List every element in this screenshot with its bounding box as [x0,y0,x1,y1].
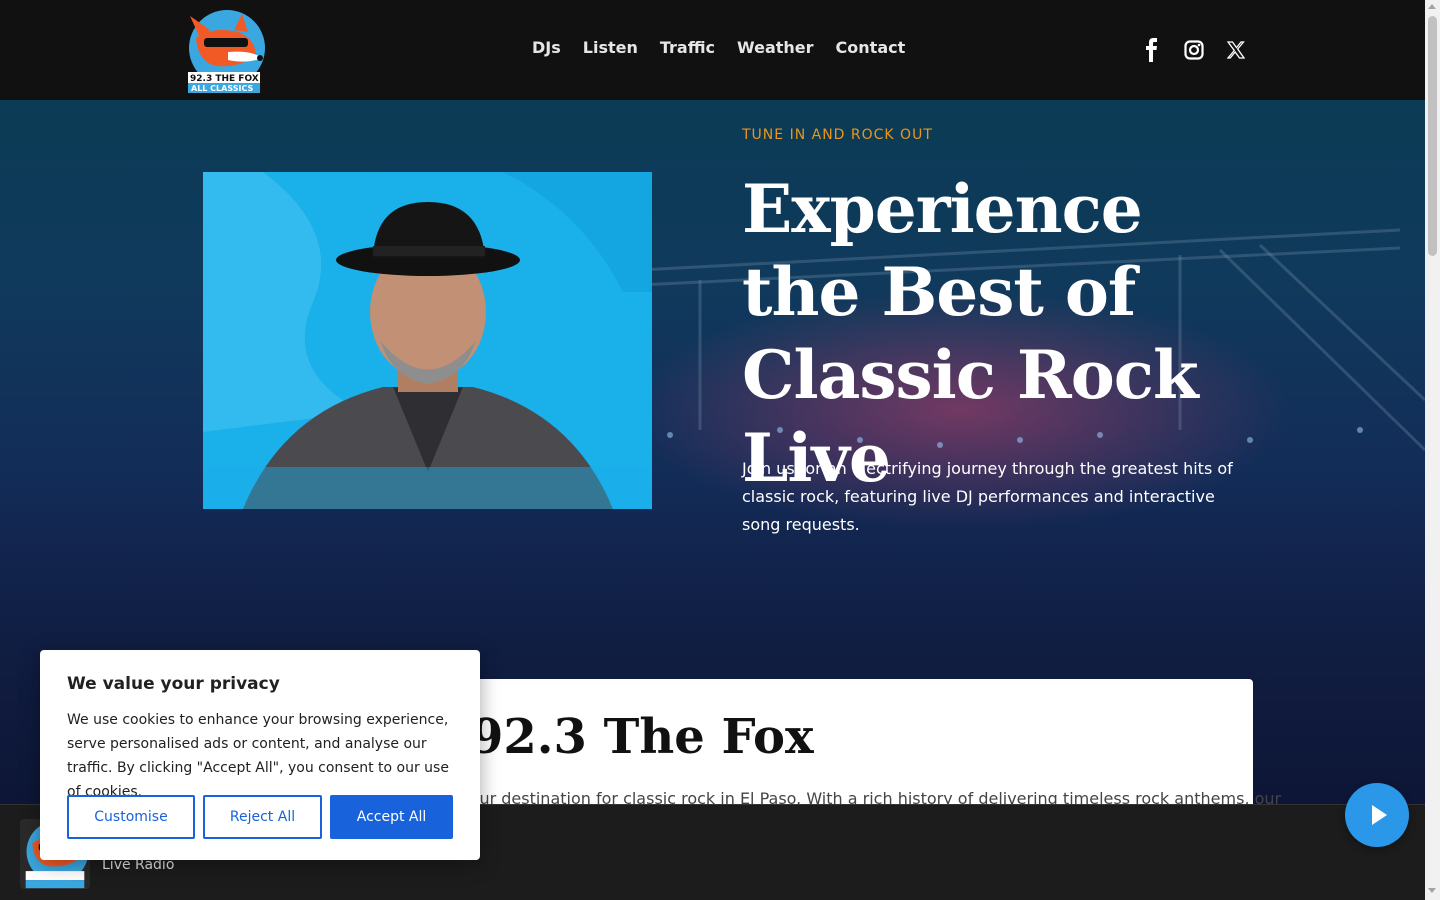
facebook-icon[interactable] [1144,38,1160,62]
about-title: 92.3 The Fox [470,709,814,765]
main-nav: DJs Listen Traffic Weather Contact [532,38,905,57]
play-button[interactable] [1345,783,1409,847]
hero-description: Join us for an electrifying journey thro… [742,459,1233,534]
nav-listen[interactable]: Listen [583,38,638,57]
scroll-down-arrow-icon[interactable] [1428,888,1436,893]
reject-all-button[interactable]: Reject All [203,795,322,839]
dj-photo [203,172,652,509]
svg-text:92.3 THE FOX: 92.3 THE FOX [190,74,259,84]
nav-traffic[interactable]: Traffic [660,38,715,57]
about-card: 92.3 The Fox Your destination for classi… [462,679,1281,819]
scroll-thumb[interactable] [1428,16,1437,256]
nav-weather[interactable]: Weather [737,38,814,57]
site-header: 92.3 THE FOX ALL CLASSICS DJs Listen Tra… [0,0,1425,100]
cookie-body: We use cookies to enhance your browsing … [67,712,449,800]
scroll-up-arrow-icon[interactable] [1428,4,1436,9]
nav-contact[interactable]: Contact [836,38,906,57]
customise-button[interactable]: Customise [67,795,195,839]
station-logo[interactable]: 92.3 THE FOX ALL CLASSICS [182,8,266,94]
x-twitter-icon[interactable] [1227,38,1245,62]
instagram-icon[interactable] [1184,38,1204,62]
nav-djs[interactable]: DJs [532,38,561,57]
svg-text:ALL CLASSICS: ALL CLASSICS [191,84,253,93]
hero-headline: Experience the Best of Classic Rock Live [742,170,1199,497]
accept-all-button[interactable]: Accept All [330,795,453,839]
cookie-consent-banner: We value your privacy We use cookies to … [40,650,480,860]
page-scrollbar[interactable] [1425,0,1440,900]
cookie-title: We value your privacy [67,674,280,694]
hero-eyebrow: TUNE IN AND ROCK OUT [742,127,933,143]
play-icon [1372,805,1387,825]
